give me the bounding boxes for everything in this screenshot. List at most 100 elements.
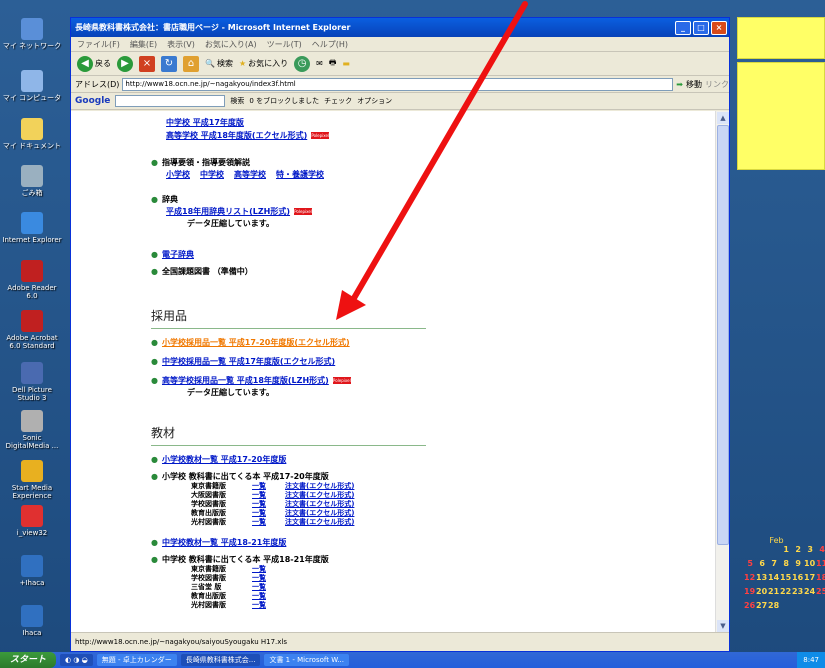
- calendar-day: 25: [816, 587, 825, 596]
- print-button[interactable]: 🖶: [329, 55, 337, 73]
- desktop-icon[interactable]: Internet Explorer: [2, 212, 62, 244]
- order-form-link[interactable]: 注文書(エクセル形式): [285, 518, 354, 527]
- vertical-scrollbar[interactable]: ▲ ▼: [715, 111, 729, 633]
- folder-button[interactable]: ▬: [342, 55, 350, 73]
- desktop-icon[interactable]: Adobe Acrobat 6.0 Standard: [2, 310, 62, 350]
- desktop-icon[interactable]: マイ ドキュメント: [2, 118, 62, 150]
- link-jh-adopted[interactable]: 中学校採用品一覧 平成17年度版(エクセル形式): [162, 356, 335, 367]
- home-button[interactable]: ⌂: [183, 55, 199, 73]
- search-icon: 🔍: [205, 59, 215, 68]
- list-link[interactable]: 一覧: [252, 500, 276, 509]
- minimize-button[interactable]: _: [675, 20, 691, 35]
- list-link[interactable]: 一覧: [252, 583, 276, 592]
- bullet-icon: ●: [151, 338, 158, 347]
- clock[interactable]: 8:47: [803, 656, 819, 664]
- calendar-day: 4: [819, 545, 825, 554]
- order-form-link[interactable]: 注文書(エクセル形式): [285, 482, 354, 491]
- app-icon: [21, 18, 43, 40]
- calendar-day: 10: [804, 559, 816, 568]
- search-button[interactable]: 🔍 検索: [205, 55, 233, 73]
- calendar-week: 12 13 14 15 16 17 18: [728, 573, 825, 582]
- menu-item[interactable]: ファイル(F): [77, 39, 120, 50]
- list-link[interactable]: 一覧: [252, 491, 276, 500]
- guide-link-junior[interactable]: 中学校: [200, 169, 224, 180]
- link-hs-2006[interactable]: 高等学校 平成18年度版(エクセル形式): [166, 130, 307, 141]
- desktop-icon[interactable]: マイ ネットワーク: [2, 18, 62, 50]
- calendar-day: 18: [816, 573, 825, 582]
- bullet-icon: ●: [151, 357, 158, 366]
- popup-blocker[interactable]: 0 をブロックしました: [249, 96, 319, 106]
- stop-button[interactable]: ×: [139, 55, 155, 73]
- menu-item[interactable]: ヘルプ(H): [312, 39, 348, 50]
- refresh-button[interactable]: ↻: [161, 55, 177, 73]
- desktop-icon[interactable]: マイ コンピュータ: [2, 70, 62, 102]
- history-button[interactable]: ◷: [294, 55, 311, 73]
- spell-check-button[interactable]: チェック: [324, 96, 352, 106]
- edictionary-link[interactable]: 電子辞典: [162, 249, 194, 260]
- desktop-icon[interactable]: Ihaca: [2, 605, 62, 637]
- calendar-day: 11: [816, 559, 825, 568]
- task-calendar[interactable]: 無題 - 卓上カレンダー: [96, 654, 177, 666]
- list-link[interactable]: 一覧: [252, 482, 276, 491]
- list-link[interactable]: 一覧: [252, 518, 276, 527]
- google-options-button[interactable]: オプション: [357, 96, 392, 106]
- list-link[interactable]: 一覧: [252, 509, 276, 518]
- calendar-day: 22: [780, 587, 792, 596]
- guide-link-elementary[interactable]: 小学校: [166, 169, 190, 180]
- desktop-icon[interactable]: i_view32: [2, 505, 62, 537]
- quick-launch[interactable]: ◐ ◑ ◒: [60, 654, 93, 666]
- desktop-icon[interactable]: Start Media Experience: [2, 460, 62, 500]
- list-link[interactable]: 一覧: [252, 601, 276, 610]
- desktop-icon[interactable]: +Ihaca: [2, 555, 62, 587]
- order-form-link[interactable]: 注文書(エクセル形式): [285, 491, 354, 500]
- guide-link-special[interactable]: 特・養護学校: [276, 169, 324, 180]
- close-button[interactable]: ×: [711, 20, 727, 35]
- link-elem-materials[interactable]: 小学校教材一覧 平成17-20年度版: [162, 454, 286, 465]
- google-search-button[interactable]: 検索: [230, 96, 244, 106]
- scroll-thumb[interactable]: [717, 125, 729, 545]
- guide-link-high[interactable]: 高等学校: [234, 169, 266, 180]
- dictionary-link[interactable]: 平成18年用辞典リスト(LZH形式): [166, 206, 290, 217]
- forward-button[interactable]: ▶: [117, 55, 133, 73]
- link-elem-adopted[interactable]: 小学校採用品一覧 平成17-20年度版(エクセル形式): [162, 337, 350, 348]
- sticky-note-1[interactable]: [737, 17, 825, 59]
- menu-item[interactable]: 編集(E): [130, 39, 157, 50]
- desktop-icon[interactable]: Sonic DigitalMedia ...: [2, 410, 62, 450]
- compressed-note: データ圧縮しています。: [187, 219, 274, 228]
- menu-item[interactable]: ツール(T): [267, 39, 302, 50]
- google-search-input[interactable]: [115, 95, 226, 107]
- task-word[interactable]: 文書 1 - Microsoft W...: [264, 654, 349, 666]
- task-ie[interactable]: 長崎県教科書株式会...: [180, 654, 261, 666]
- title-bar[interactable]: 長崎県教科書株式会社：書店職用ページ - Microsoft Internet …: [71, 18, 729, 37]
- links-button[interactable]: リンク: [705, 79, 729, 90]
- maximize-button[interactable]: □: [693, 20, 709, 35]
- menu-item[interactable]: お気に入り(A): [205, 39, 257, 50]
- list-link[interactable]: 一覧: [252, 565, 276, 574]
- back-button[interactable]: ◀ 戻る: [77, 55, 111, 73]
- mail-button[interactable]: ✉: [316, 55, 323, 73]
- list-link[interactable]: 一覧: [252, 592, 276, 601]
- list-link[interactable]: 一覧: [252, 574, 276, 583]
- order-form-link[interactable]: 注文書(エクセル形式): [285, 500, 354, 509]
- toolbar: ◀ 戻る ▶ × ↻ ⌂ 🔍 検索 ★ お気に入り ◷ ✉ 🖶 ▬: [71, 52, 729, 76]
- desktop-icon-label: マイ ドキュメント: [2, 142, 62, 150]
- scroll-up-icon[interactable]: ▲: [717, 112, 729, 124]
- link-hs-adopted[interactable]: 高等学校採用品一覧 平成18年度版(LZH形式): [162, 375, 329, 386]
- favorites-label: お気に入り: [248, 59, 289, 68]
- link-jh-materials[interactable]: 中学校教材一覧 平成18-21年度版: [162, 537, 286, 548]
- back-icon: ◀: [77, 55, 93, 72]
- go-button[interactable]: 移動: [686, 79, 702, 90]
- order-form-link[interactable]: 注文書(エクセル形式): [285, 509, 354, 518]
- scroll-down-icon[interactable]: ▼: [717, 620, 729, 632]
- app-icon: [21, 212, 43, 234]
- desktop-icon[interactable]: Dell Picture Studio 3: [2, 362, 62, 402]
- calendar-week: 26 27 28: [728, 601, 825, 610]
- desktop-icon[interactable]: Adobe Reader 6.0: [2, 260, 62, 300]
- address-input[interactable]: [122, 77, 674, 91]
- start-button[interactable]: スタート: [0, 652, 56, 668]
- desktop-icon[interactable]: ごみ箱: [2, 165, 62, 197]
- favorites-button[interactable]: ★ お気に入り: [239, 55, 288, 73]
- menu-item[interactable]: 表示(V): [167, 39, 195, 50]
- link-jh-2005[interactable]: 中学校 平成17年度版: [166, 117, 244, 128]
- sticky-note-2[interactable]: [737, 62, 825, 170]
